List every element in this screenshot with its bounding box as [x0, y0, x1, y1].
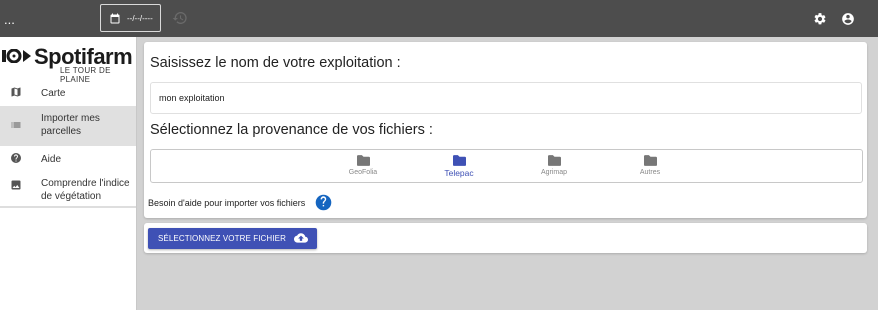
sidebar: Spotifarm LE TOUR DE PLAINE Carte Import… [0, 37, 137, 310]
source-label: Agrimap [540, 169, 568, 176]
import-help-row: Besoin d'aide pour importer vos fichiers [148, 194, 332, 211]
help-circle-icon[interactable] [315, 194, 332, 211]
sidebar-divider [0, 206, 136, 208]
sidebar-item-carte[interactable]: Carte [0, 79, 136, 106]
sidebar-item-label: Carte [41, 88, 66, 99]
source-tab-geofolia[interactable]: GeoFolia [333, 155, 393, 176]
image-icon [11, 180, 21, 190]
list-icon [11, 122, 21, 128]
menu-button[interactable]: ... [4, 12, 15, 27]
sidebar-item-label: Comprendre l'indice de végétation [41, 178, 130, 202]
settings-icon[interactable] [813, 12, 827, 26]
upload-card: SÉLECTIONNEZ VOTRE FICHIER [144, 223, 867, 253]
farm-name-input[interactable] [150, 82, 862, 114]
logo-mark-icon [2, 49, 31, 63]
sidebar-item-label: Aide [41, 154, 62, 165]
select-file-label: SÉLECTIONNEZ VOTRE FICHIER [158, 234, 286, 243]
sidebar-nav: Carte Importer mes parcelles Aide Compre… [0, 79, 136, 208]
account-icon[interactable] [841, 12, 855, 26]
source-tab-telepac[interactable]: Telepac [429, 155, 489, 178]
folder-icon [452, 155, 466, 166]
sidebar-item-aide[interactable]: Aide [0, 146, 136, 172]
folder-icon [547, 155, 561, 166]
source-tab-agrimap[interactable]: Agrimap [524, 155, 584, 176]
sidebar-item-label: Importer mes parcelles [41, 113, 100, 137]
calendar-icon [110, 13, 120, 23]
date-value: --/--/---- [127, 13, 153, 23]
select-file-button[interactable]: SÉLECTIONNEZ VOTRE FICHIER [148, 228, 317, 249]
folder-icon [643, 155, 657, 166]
top-app-bar: ... --/--/---- [0, 0, 878, 37]
date-picker-button[interactable]: --/--/---- [100, 4, 161, 32]
history-icon[interactable] [172, 10, 188, 26]
source-label: Telepac [444, 168, 474, 178]
cloud-upload-icon [294, 233, 308, 243]
folder-icon [356, 155, 370, 166]
import-help-text: Besoin d'aide pour importer vos fichiers [148, 197, 306, 208]
import-form-card: Saisissez le nom de votre exploitation :… [144, 42, 867, 218]
source-label: GeoFolia [348, 169, 378, 176]
spotifarm-logo: Spotifarm LE TOUR DE PLAINE [2, 42, 133, 84]
sidebar-item-indice[interactable]: Comprendre l'indice de végétation [0, 172, 136, 208]
file-source-heading: Sélectionnez la provenance de vos fichie… [150, 122, 433, 138]
file-source-tabs: GeoFolia Telepac Agrimap Autres [150, 149, 863, 183]
farm-name-heading: Saisissez le nom de votre exploitation : [150, 55, 401, 71]
map-icon [11, 87, 21, 97]
source-tab-autres[interactable]: Autres [620, 155, 680, 176]
source-label: Autres [639, 169, 661, 176]
help-circle-icon [11, 153, 21, 163]
sidebar-item-importer[interactable]: Importer mes parcelles [0, 106, 136, 146]
